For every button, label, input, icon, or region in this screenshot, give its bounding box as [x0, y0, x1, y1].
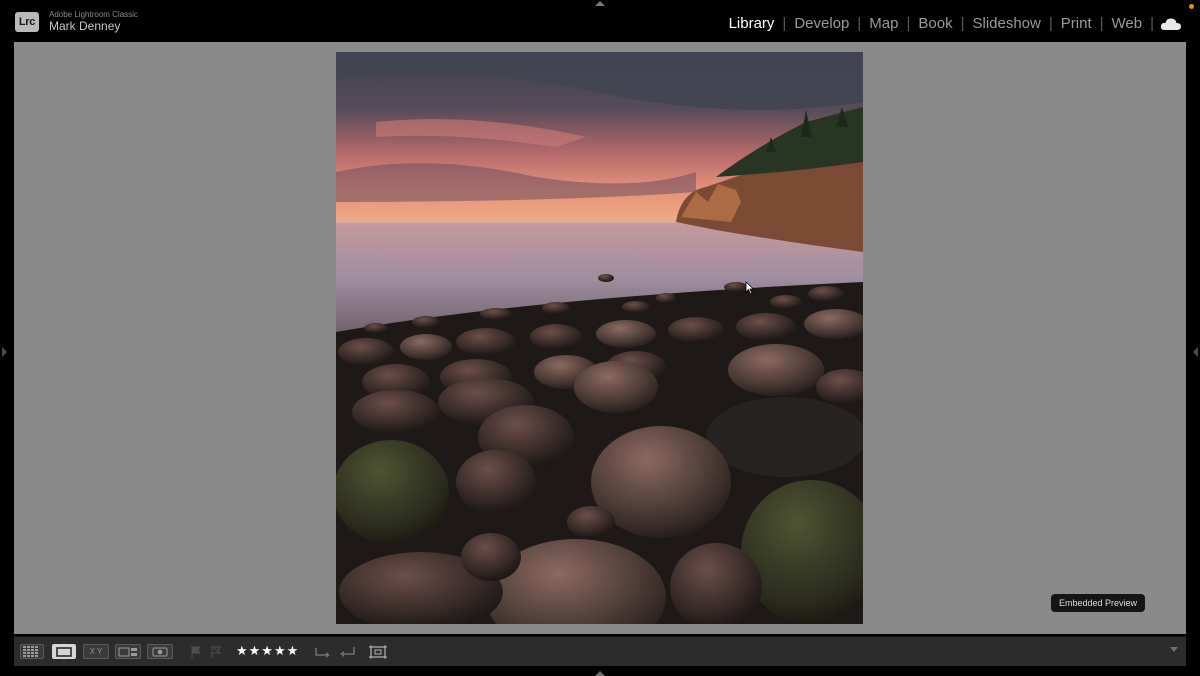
- flag-reject-icon[interactable]: [210, 644, 222, 659]
- seascape-photo: [336, 52, 863, 624]
- loupe-photo[interactable]: [336, 52, 863, 624]
- module-web[interactable]: Web: [1104, 15, 1151, 32]
- crop-overlay-icon[interactable]: [368, 644, 388, 659]
- flag-pick-icon[interactable]: [190, 644, 202, 659]
- module-library[interactable]: Library: [721, 15, 783, 32]
- module-print[interactable]: Print: [1053, 15, 1100, 32]
- notification-dot: [1189, 4, 1194, 9]
- left-panel-collapse-icon[interactable]: [2, 347, 7, 357]
- loupe-view-icon[interactable]: [52, 644, 76, 659]
- app-name: Adobe Lightroom Classic: [49, 10, 138, 19]
- module-develop[interactable]: Develop: [786, 15, 857, 32]
- grid-view-icon[interactable]: [20, 644, 44, 659]
- module-slideshow[interactable]: Slideshow: [964, 15, 1048, 32]
- cloud-sync-icon[interactable]: [1160, 17, 1182, 31]
- user-name: Mark Denney: [49, 19, 121, 33]
- module-book[interactable]: Book: [910, 15, 960, 32]
- right-panel-collapse-icon[interactable]: [1193, 347, 1198, 357]
- mouse-cursor-icon: [745, 281, 755, 295]
- embedded-preview-badge: Embedded Preview: [1051, 594, 1146, 612]
- library-toolbar: X Y ★★★★★: [14, 636, 1186, 666]
- bottom-panel-collapse-icon[interactable]: [595, 671, 605, 676]
- module-separator: |: [1150, 15, 1154, 32]
- people-view-icon[interactable]: [147, 644, 173, 659]
- star-rating[interactable]: ★★★★★: [236, 643, 299, 659]
- compare-view-icon[interactable]: X Y: [83, 644, 109, 659]
- lightroom-logo: Lrc: [15, 12, 39, 32]
- rotate-right-icon[interactable]: [338, 644, 356, 659]
- module-picker: Library | Develop | Map | Book | Slidesh…: [721, 15, 1182, 32]
- rotate-left-icon[interactable]: [314, 644, 332, 659]
- survey-view-icon[interactable]: [115, 644, 141, 659]
- toolbar-options-dropdown-icon[interactable]: [1170, 647, 1178, 652]
- loupe-canvas[interactable]: Embedded Preview: [14, 42, 1186, 634]
- top-panel-collapse-icon[interactable]: [595, 1, 605, 6]
- module-map[interactable]: Map: [861, 15, 906, 32]
- identity-plate: Lrc Adobe Lightroom Classic Mark Denney …: [0, 0, 1200, 40]
